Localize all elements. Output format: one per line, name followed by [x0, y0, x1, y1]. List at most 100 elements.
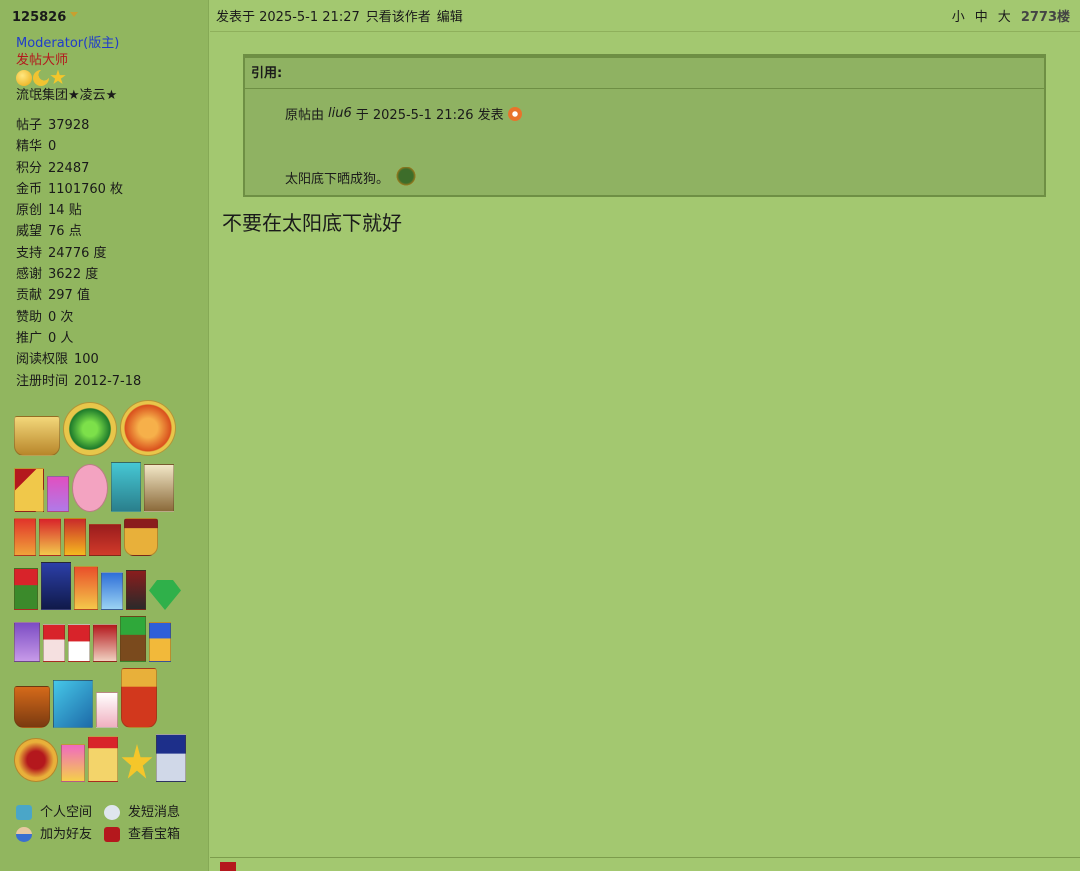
username-text[interactable]: 125826 — [12, 10, 66, 25]
sun-medal-icon[interactable] — [64, 518, 86, 556]
house-medal-icon[interactable] — [96, 692, 118, 728]
ribbon-medal-icon[interactable] — [39, 518, 61, 556]
author-username[interactable]: 125826 — [12, 10, 79, 25]
goto-original-icon[interactable] — [507, 106, 522, 121]
view-treasure-link[interactable]: 查看宝箱 — [104, 826, 194, 843]
chevron-down-icon[interactable] — [70, 12, 79, 17]
medal-row — [14, 616, 194, 662]
medal-wall — [14, 400, 194, 788]
medal-row — [14, 462, 194, 512]
turtle-emoji-icon — [395, 167, 418, 187]
stat-key: 帖子 — [16, 118, 43, 133]
rose-medal-icon[interactable] — [14, 568, 38, 610]
yellow-star-medal-icon[interactable] — [121, 744, 153, 779]
ribbon-medal-icon[interactable] — [14, 518, 36, 556]
stat-row: 原创 14 贴 — [16, 200, 208, 221]
moon-rank-icon — [33, 69, 49, 86]
sword-medal-icon[interactable] — [14, 468, 44, 512]
edit-link[interactable]: 编辑 — [437, 10, 463, 25]
post-content-area: 发表于 2025-5-1 21:27 只看该作者 编辑 小 中 大 2773楼 引用… — [210, 0, 1080, 871]
font-size-medium-button[interactable]: 中 — [975, 6, 988, 25]
floor-number[interactable]: 2773楼 — [1021, 6, 1070, 25]
author-group: Moderator(版主) 发帖大师 流氓集团★凌云★ — [12, 35, 208, 105]
stat-value: 0 人 — [48, 330, 74, 346]
blue-ribbon-medal-icon[interactable] — [101, 572, 123, 610]
crystal-medal-icon[interactable] — [53, 680, 93, 728]
stat-key: 注册时间 — [16, 373, 69, 389]
stat-value: 24776 度 — [48, 245, 107, 261]
quote-origin: 原帖由 liu6 于 2025-5-1 21:26 发表 — [285, 104, 522, 123]
author-stats: 帖子 37928 精华 0 积分 22487 金币 1101760 枚 原创 14 贴 威… — [12, 115, 208, 392]
stat-value: 14 贴 — [48, 203, 82, 219]
post-timestamp: 发表于 2025-5-1 21:27 — [216, 10, 360, 25]
personal-space-label[interactable]: 个人空间 — [40, 804, 92, 821]
stat-key: 支持 — [16, 245, 43, 261]
quote-block: 引用: 原帖由 liu6 于 2025-5-1 21:26 发表 太阳底下晒成狗… — [243, 54, 1046, 197]
stat-row: 精华 0 — [16, 136, 208, 157]
star-banner-medal-icon[interactable] — [89, 524, 121, 556]
personal-space-link[interactable]: 个人空间 — [16, 804, 104, 821]
cross-medal-icon[interactable] — [43, 624, 65, 662]
stat-key: 原创 — [16, 203, 43, 219]
gem-medal-icon[interactable] — [47, 476, 69, 512]
font-size-large-button[interactable]: 大 — [998, 6, 1011, 25]
stat-value: 2012-7-18 — [74, 373, 142, 389]
stat-key: 金币 — [16, 181, 43, 197]
post-header-bar: 发表于 2025-5-1 21:27 只看该作者 编辑 小 中 大 2773楼 — [210, 0, 1080, 32]
add-friend-link[interactable]: 加为好友 — [16, 826, 104, 843]
rank-stars — [16, 69, 208, 86]
purple-star-medal-icon[interactable] — [14, 622, 40, 662]
doll-medal-icon[interactable] — [126, 570, 146, 610]
newbie-medal-icon[interactable] — [14, 738, 58, 782]
soccer-medal-icon[interactable] — [68, 624, 90, 662]
medal-row — [14, 668, 194, 728]
stat-value: 22487 — [48, 160, 90, 176]
send-message-label[interactable]: 发短消息 — [128, 804, 180, 821]
gold-badge-medal-icon[interactable] — [124, 518, 158, 556]
send-message-link[interactable]: 发短消息 — [104, 804, 194, 821]
stat-row: 注册时间 2012-7-18 — [16, 371, 208, 392]
feather-medal-icon[interactable] — [74, 566, 98, 610]
message-icon — [104, 805, 120, 820]
quote-author[interactable]: liu6 — [328, 106, 352, 121]
bo-medal-icon[interactable] — [121, 668, 157, 728]
emerald-medal-icon[interactable] — [149, 580, 181, 610]
author-title: 发帖大师 — [16, 53, 69, 68]
add-friend-label[interactable]: 加为好友 — [40, 826, 92, 843]
stat-key: 威望 — [16, 224, 43, 240]
rocket-medal-icon[interactable] — [61, 744, 85, 782]
stat-row: 阅读权限 100 — [16, 349, 208, 370]
stat-key: 赞助 — [16, 309, 43, 325]
blue-gold-medal-icon[interactable] — [149, 622, 171, 662]
star-rank-icon — [50, 69, 66, 85]
stat-key: 阅读权限 — [16, 352, 69, 368]
view-treasure-label[interactable]: 查看宝箱 — [128, 826, 180, 843]
bear-medal-icon[interactable] — [144, 464, 174, 512]
dragon-medal-icon[interactable] — [63, 402, 117, 456]
green-ribbon-medal-icon[interactable] — [120, 616, 146, 662]
goku-medal-icon[interactable] — [120, 400, 176, 456]
red-frame-medal-icon[interactable] — [93, 624, 117, 662]
dollar-medal-icon[interactable] — [156, 734, 186, 782]
stat-row: 推广 0 人 — [16, 328, 208, 349]
only-author-link[interactable]: 只看该作者 — [366, 10, 431, 25]
font-size-small-button[interactable]: 小 — [952, 6, 965, 25]
flower-girl-medal-icon[interactable] — [72, 464, 108, 512]
post-header-right: 小 中 大 2773楼 — [952, 6, 1070, 25]
stat-row: 积分 22487 — [16, 158, 208, 179]
crown-medal-icon[interactable] — [14, 416, 60, 456]
treasure-medal-icon[interactable] — [14, 686, 50, 728]
stat-row: 威望 76 点 — [16, 221, 208, 242]
stat-key: 贡献 — [16, 288, 43, 304]
footer-icon — [220, 862, 236, 871]
clan-medal-icon[interactable] — [41, 562, 71, 610]
stat-row: 金币 1101760 枚 — [16, 179, 208, 200]
post-footer-bar — [210, 857, 1080, 871]
author-role: Moderator(版主) — [16, 36, 120, 51]
stat-row: 贡献 297 值 — [16, 285, 208, 306]
post-meta: 发表于 2025-5-1 21:27 只看该作者 编辑 — [216, 6, 469, 25]
author-sidebar: 125826 Moderator(版主) 发帖大师 流氓集团★凌云★ 帖子 379… — [0, 0, 209, 871]
anime-girl-medal-icon[interactable] — [111, 462, 141, 512]
sun-rank-icon — [16, 69, 32, 86]
gold-star-medal-icon[interactable] — [88, 736, 118, 782]
